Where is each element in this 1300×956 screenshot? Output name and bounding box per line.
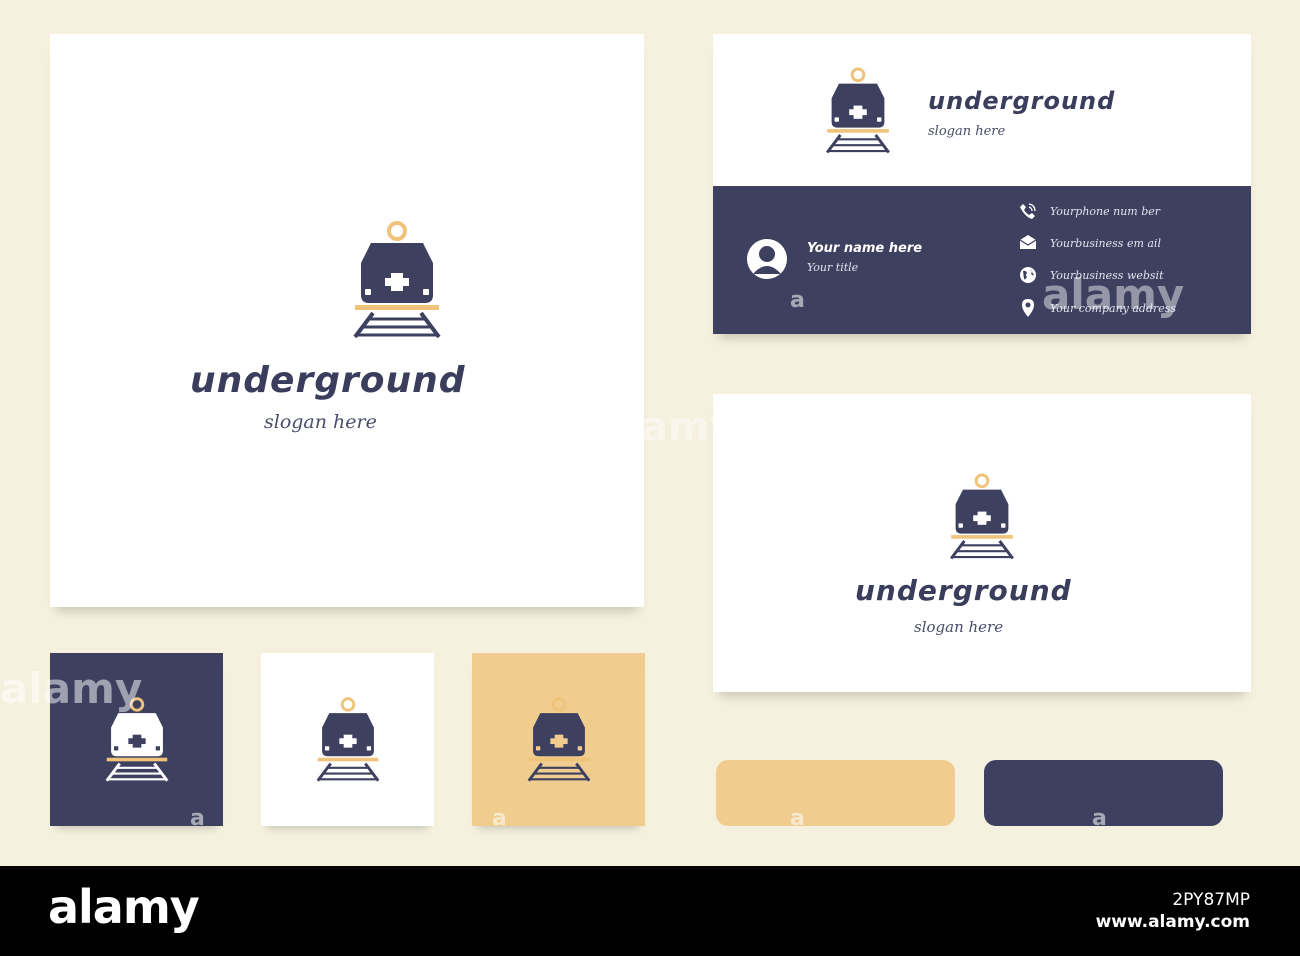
color-swatch-gold [716,760,955,826]
location-pin-icon [1022,299,1034,317]
train-logo-icon [945,472,1019,560]
brand-name: underground [190,360,466,401]
watermark-overlay: alamy [0,664,143,713]
watermark-letter: a [190,806,205,831]
watermark-overlay: alamy [600,404,736,450]
brand-slogan: slogan here [264,411,377,433]
watermark-letter: a [1092,806,1107,831]
watermark-letter: a [790,806,805,831]
main-logo-card: underground slogan here [50,34,644,607]
image-id: 2PY87MP [1172,890,1250,910]
train-logo-icon [523,695,595,783]
train-logo-icon [312,695,384,783]
envelope-icon [1019,235,1037,249]
letterhead-brand-name: underground [855,574,1072,607]
watermark-overlay: alamy [1042,270,1185,319]
contact-phone: Yourphone num ber [1050,205,1161,218]
train-logo-icon [821,66,895,154]
card-person-title: Your title [807,261,859,274]
card-slogan: slogan here [928,124,1006,139]
train-logo-icon [347,219,447,339]
globe-icon [1020,267,1036,283]
avatar [747,239,787,279]
alamy-logo: alamy [48,880,200,934]
tile-white [261,653,434,826]
letterhead-slogan: slogan here [914,618,1004,636]
card-brand-name: underground [928,87,1116,115]
card-person-name: Your name here [807,241,923,256]
watermark-letter: a [790,288,805,313]
letterhead-card: underground slogan here [713,394,1251,692]
alamy-website: www.alamy.com [1095,912,1250,932]
alamy-footer: alamy 2PY87MP www.alamy.com [0,866,1300,956]
tile-gold [472,653,645,826]
watermark-letter: a [492,806,507,831]
phone-icon [1020,203,1036,219]
contact-email: Yourbusiness em ail [1050,237,1161,250]
